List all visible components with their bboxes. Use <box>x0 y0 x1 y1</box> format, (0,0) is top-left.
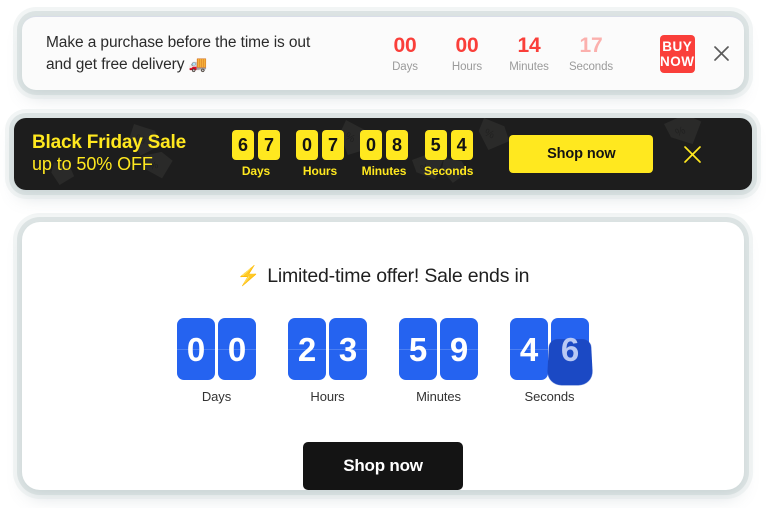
countdown-label-seconds: Seconds <box>568 61 614 74</box>
banner-black-countdown: 6 7 Days 0 7 Hours 0 8 Minutes 5 4 Secon… <box>232 130 473 178</box>
countdown-label-hours: Hours <box>310 389 345 404</box>
digit-tile: 4 <box>450 130 473 160</box>
countdown-label-minutes: Minutes <box>416 389 461 404</box>
countdown-label-seconds: Seconds <box>424 164 474 178</box>
shop-now-button[interactable]: Shop now <box>509 135 654 173</box>
countdown-unit-minutes: 5 9 Minutes <box>399 318 478 404</box>
headline-primary: Black Friday Sale <box>32 132 186 154</box>
digit-tile: 0 <box>177 318 215 380</box>
countdown-unit-hours: 00 Hours <box>436 34 498 73</box>
countdown-label-days: Days <box>241 164 271 178</box>
countdown-unit-seconds: 17 Seconds <box>560 34 622 73</box>
countdown-unit-seconds: 5 4 Seconds <box>424 130 473 178</box>
digit-tile: 9 <box>440 318 478 380</box>
digit-tile: 0 <box>360 130 382 160</box>
screenshot-stage: Make a purchase before the time is out a… <box>0 0 766 508</box>
delivery-truck-icon: 🚚 <box>188 55 208 73</box>
digit-tile: 7 <box>322 130 344 160</box>
banner-white-countdown: 00 Days 00 Hours 14 Minutes 17 Seconds <box>374 34 622 73</box>
shop-now-button[interactable]: Shop now <box>303 442 463 490</box>
banner-black-content: Black Friday Sale up to 50% OFF 6 7 Days… <box>32 130 736 178</box>
digit-tile: 4 <box>510 318 548 380</box>
countdown-banner-black-friday: % % % % % % Black Friday Sale up to 50% … <box>14 118 752 190</box>
digit-tile: 0 <box>296 130 318 160</box>
digit-tile: 5 <box>424 130 447 160</box>
banner-white-message-text: Make a purchase before the time is out a… <box>46 33 311 73</box>
countdown-unit-days: 6 7 Days <box>232 130 280 178</box>
countdown-digits-seconds: 5 4 <box>424 130 473 160</box>
black-friday-headline: Black Friday Sale up to 50% OFF <box>32 132 218 175</box>
countdown-label-seconds: Seconds <box>524 389 575 404</box>
panel-blue-surface: ⚡ Limited-time offer! Sale ends in 0 0 D… <box>22 222 744 490</box>
countdown-unit-minutes: 14 Minutes <box>498 34 560 73</box>
countdown-value-days: 00 <box>393 33 417 57</box>
digit-tile: 2 <box>288 318 326 380</box>
digit-tile-value: 6 <box>560 330 580 368</box>
close-icon <box>713 46 729 61</box>
banner-white-message: Make a purchase before the time is out a… <box>46 32 336 76</box>
panel-blue-countdown: 0 0 Days 2 3 Hours 5 9 Minutes 4 6 Secon… <box>177 318 594 404</box>
countdown-digits-hours: 0 7 <box>296 130 344 160</box>
countdown-unit-hours: 2 3 Hours <box>288 318 367 404</box>
close-banner-white-button[interactable] <box>713 41 730 67</box>
countdown-digits-hours: 2 3 <box>288 318 367 380</box>
digit-tile: 0 <box>218 318 256 380</box>
countdown-label-hours: Hours <box>302 164 338 178</box>
countdown-label-days: Days <box>201 389 232 404</box>
digit-tile-flipping: 6 <box>546 318 594 386</box>
close-icon <box>683 145 701 163</box>
countdown-banner-white: Make a purchase before the time is out a… <box>22 16 744 90</box>
countdown-value-hours: 00 <box>455 33 479 57</box>
offer-heading-text: Limited-time offer! Sale ends in <box>267 264 530 287</box>
headline-secondary: up to 50% OFF <box>32 153 153 174</box>
countdown-panel-blue: ⚡ Limited-time offer! Sale ends in 0 0 D… <box>22 222 744 490</box>
banner-white-surface: Make a purchase before the time is out a… <box>22 16 744 90</box>
digit-tile: 5 <box>399 318 437 380</box>
countdown-label-hours: Hours <box>451 61 483 74</box>
countdown-digits-days: 6 7 <box>232 130 280 160</box>
lightning-bolt-icon: ⚡ <box>236 266 261 287</box>
digit-tile: 6 <box>232 130 254 160</box>
countdown-value-seconds: 17 <box>579 33 603 57</box>
countdown-unit-seconds: 4 6 Seconds <box>510 318 594 404</box>
countdown-digits-minutes: 0 8 <box>360 130 408 160</box>
countdown-unit-minutes: 0 8 Minutes <box>360 130 408 178</box>
digit-tile: 8 <box>386 130 408 160</box>
countdown-label-minutes: Minutes <box>361 164 407 178</box>
countdown-digits-days: 0 0 <box>177 318 256 380</box>
countdown-label-minutes: Minutes <box>509 61 549 74</box>
banner-black-surface: % % % % % % Black Friday Sale up to 50% … <box>14 118 752 190</box>
countdown-digits-seconds: 4 6 <box>510 318 594 386</box>
digit-tile: 3 <box>329 318 367 380</box>
countdown-unit-hours: 0 7 Hours <box>296 130 344 178</box>
offer-heading: ⚡ Limited-time offer! Sale ends in <box>237 264 530 288</box>
countdown-digits-minutes: 5 9 <box>399 318 478 380</box>
close-banner-black-button[interactable] <box>679 141 705 167</box>
countdown-unit-days: 0 0 Days <box>177 318 256 404</box>
countdown-unit-days: 00 Days <box>374 34 436 73</box>
countdown-label-days: Days <box>392 61 418 74</box>
buy-now-button[interactable]: BUY NOW <box>660 34 695 73</box>
digit-tile: 7 <box>258 130 280 160</box>
countdown-value-minutes: 14 <box>517 33 541 57</box>
